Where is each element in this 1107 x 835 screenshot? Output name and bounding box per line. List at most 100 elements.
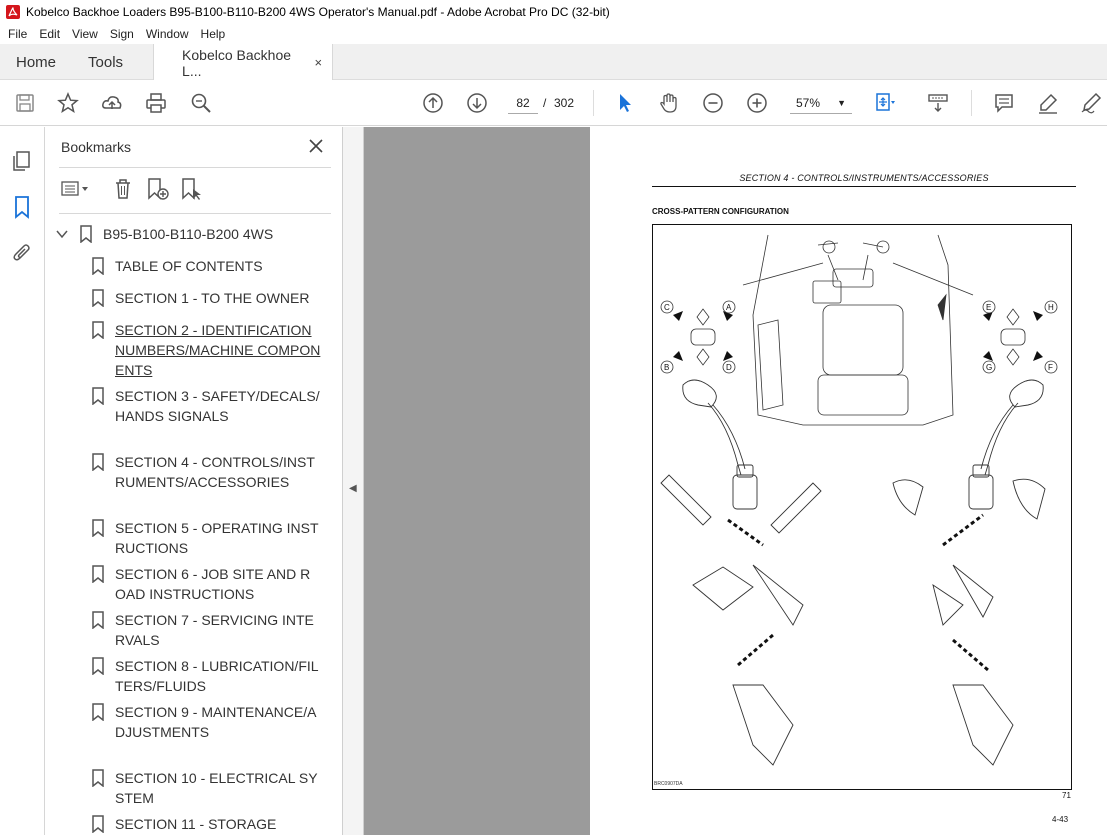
bookmark-section-9[interactable]: SECTION 9 - MAINTENANCE/ADJUSTMENTS [91,702,321,742]
expand-bookmark-icon[interactable] [179,177,203,201]
figure-code: BRC0907DA [654,781,683,787]
bookmark-root[interactable]: B95-B100-B110-B200 4WS [55,225,273,243]
bookmark-label: SECTION 6 - JOB SITE AND ROAD INSTRUCTIO… [115,566,311,602]
divider [59,213,331,214]
menu-view[interactable]: View [66,27,104,41]
panel-collapse-handle[interactable]: ◀ [343,127,364,835]
star-icon[interactable] [56,91,80,115]
chevron-down-icon[interactable] [55,227,69,241]
bookmarks-panel: Bookmarks B95-B100-B110-B200 4WS TABLE O… [45,127,343,835]
bookmark-icon [92,815,104,833]
window-title: Kobelco Backhoe Loaders B95-B100-B110-B2… [26,5,610,19]
bookmark-panel-icon[interactable] [10,195,34,219]
bookmark-label: SECTION 11 - STORAGE [115,816,277,832]
bookmark-section-10[interactable]: SECTION 10 - ELECTRICAL SYSTEM [91,768,321,808]
tab-document[interactable]: Kobelco Backhoe L... × [153,44,334,81]
bookmark-icon [80,225,92,243]
label-e: E [986,303,991,312]
next-page-icon[interactable] [465,91,489,115]
menu-edit[interactable]: Edit [33,27,66,41]
attachment-icon[interactable] [10,241,34,265]
previous-page-icon[interactable] [421,91,445,115]
highlight-pen-icon[interactable] [1036,91,1060,115]
bookmark-label: SECTION 4 - CONTROLS/INSTRUMENTS/ACCESSO… [115,454,315,490]
collapse-arrow-icon: ◀ [349,483,357,494]
page-separator: / [543,96,547,110]
menu-file[interactable]: File [2,27,33,41]
tab-close-icon[interactable]: × [314,55,322,70]
menu-window[interactable]: Window [140,27,195,41]
bookmark-icon [92,519,104,537]
page-number: 4-43 [1052,815,1069,824]
chevron-down-icon: ▼ [837,98,846,108]
bookmark-label: SECTION 3 - SAFETY/DECALS/HANDS SIGNALS [115,388,320,424]
print-icon[interactable] [144,91,168,115]
bookmark-label: TABLE OF CONTENTS [115,258,263,274]
bookmark-section-4[interactable]: SECTION 4 - CONTROLS/INSTRUMENTS/ACCESSO… [91,452,321,492]
pdf-page: SECTION 4 - CONTROLS/INSTRUMENTS/ACCESSO… [590,127,1107,835]
section-header: SECTION 4 - CONTROLS/INSTRUMENTS/ACCESSO… [652,173,1076,187]
sign-pen-icon[interactable] [1079,91,1103,115]
delete-bookmark-icon[interactable] [111,177,135,201]
document-background [364,127,590,835]
bookmark-icon [92,289,104,307]
controls-diagram: C A B D E H G F [660,234,1058,766]
scroll-mode-icon[interactable] [926,91,950,115]
label-d: D [726,363,732,372]
new-bookmark-icon[interactable] [145,177,169,201]
bookmark-section-7[interactable]: SECTION 7 - SERVICING INTERVALS [91,610,321,650]
zoom-level-select[interactable]: 57% ▼ [790,92,852,114]
figure-heading: CROSS-PATTERN CONFIGURATION [652,207,789,216]
window-titlebar: Kobelco Backhoe Loaders B95-B100-B110-B2… [0,0,1107,24]
left-navigation-rail [0,127,45,835]
bookmark-label: SECTION 1 - TO THE OWNER [115,290,310,306]
page-thumbnails-icon[interactable] [10,149,34,173]
cross-pattern-figure: C A B D E H G F [652,224,1072,790]
bookmark-section-5[interactable]: SECTION 5 - OPERATING INSTRUCTIONS [91,518,321,558]
tab-document-label: Kobelco Backhoe L... [182,46,292,79]
tab-home[interactable]: Home [0,44,72,80]
bookmark-section-6[interactable]: SECTION 6 - JOB SITE AND ROAD INSTRUCTIO… [91,564,321,604]
page-total: 302 [554,96,575,110]
main-toolbar: 82 / 302 57% ▼ [0,80,1107,126]
bookmarks-toolbar [59,177,331,203]
bookmark-icon [92,321,104,339]
bookmark-label: SECTION 8 - LUBRICATION/FILTERS/FLUIDS [115,658,319,694]
menu-help[interactable]: Help [195,27,232,41]
label-g: G [986,363,992,372]
page-number-input[interactable]: 82 [508,92,538,114]
menu-sign[interactable]: Sign [104,27,140,41]
bookmark-icon [92,565,104,583]
toolbar-divider [971,90,972,116]
bookmark-icon [92,453,104,471]
tab-tools[interactable]: Tools [72,44,139,80]
search-zoom-icon[interactable] [189,91,213,115]
label-f: F [1048,363,1053,372]
bookmark-table-of-contents[interactable]: TABLE OF CONTENTS [91,256,321,276]
figure-number: 71 [1062,791,1071,800]
bookmark-section-1[interactable]: SECTION 1 - TO THE OWNER [91,288,321,308]
fit-page-icon[interactable] [872,91,896,115]
bookmark-section-8[interactable]: SECTION 8 - LUBRICATION/FILTERS/FLUIDS [91,656,321,696]
label-a: A [726,303,732,312]
select-cursor-icon[interactable] [613,91,637,115]
acrobat-logo-icon [6,5,20,19]
zoom-out-icon[interactable] [701,91,725,115]
bookmark-label: SECTION 2 - IDENTIFICATION NUMBERS/MACHI… [115,322,321,378]
hand-tool-icon[interactable] [657,91,681,115]
menu-bar: File Edit View Sign Window Help [0,24,1107,44]
bookmark-section-3[interactable]: SECTION 3 - SAFETY/DECALS/HANDS SIGNALS [91,386,321,426]
bookmark-icon [92,769,104,787]
bookmark-section-2[interactable]: SECTION 2 - IDENTIFICATION NUMBERS/MACHI… [91,320,321,380]
bookmark-label: SECTION 5 - OPERATING INSTRUCTIONS [115,520,319,556]
upload-cloud-icon[interactable] [100,91,124,115]
comment-icon[interactable] [992,91,1016,115]
bookmark-section-11[interactable]: SECTION 11 - STORAGE [91,814,321,834]
bookmark-options-icon[interactable] [61,177,88,201]
save-icon[interactable] [13,91,37,115]
bookmark-label: SECTION 10 - ELECTRICAL SYSTEM [115,770,318,806]
label-c: C [664,303,670,312]
divider [59,167,331,168]
close-icon[interactable] [307,137,325,155]
zoom-in-icon[interactable] [745,91,769,115]
